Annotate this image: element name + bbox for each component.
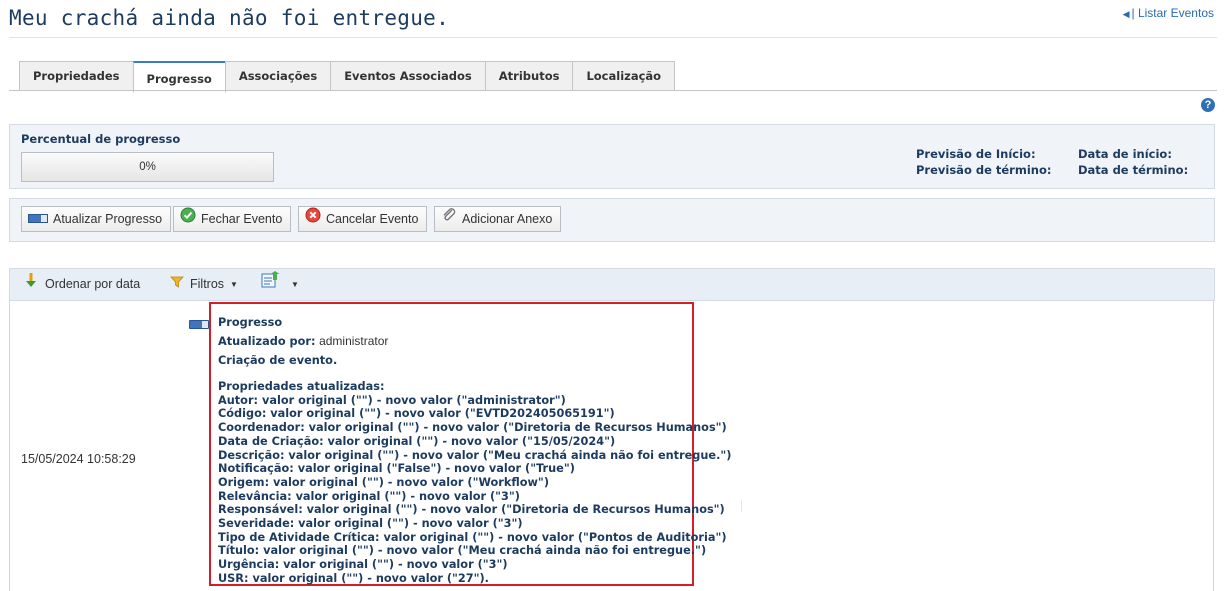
history-action: Criação de evento.	[218, 354, 338, 367]
arrow-down-icon	[25, 269, 37, 300]
tab-associacoes[interactable]: Associações	[224, 61, 332, 91]
tab-localizacao[interactable]: Localização	[572, 61, 676, 91]
data-inicio-label: Data de início:	[1078, 147, 1172, 161]
change-line: Data de Criação: valor original ("") - n…	[218, 434, 616, 448]
progress-panel: Percentual de progresso 0% Previsão de I…	[9, 124, 1215, 189]
updated-by-label: Atualizado por:	[218, 335, 316, 348]
progress-bar-icon	[28, 206, 48, 232]
change-line: Responsável: valor original ("") - novo …	[218, 503, 725, 517]
tab-divider	[9, 90, 1217, 91]
progress-value: 0%	[139, 161, 156, 173]
data-column: Data de início: Data de término:	[1078, 146, 1188, 178]
listar-eventos-link[interactable]: ◀ | Listar Eventos	[1123, 6, 1214, 20]
actions-panel: Atualizar Progresso Fechar Evento Cancel…	[9, 198, 1215, 242]
progress-bar: 0%	[21, 152, 274, 182]
change-line: Severidade: valor original ("") - novo v…	[218, 517, 523, 531]
change-line: Descrição: valor original ("") - novo va…	[218, 448, 732, 462]
export-icon	[261, 269, 281, 300]
adicionar-anexo-button[interactable]: Adicionar Anexo	[434, 206, 562, 232]
filter-icon	[170, 269, 184, 300]
page-title: Meu crachá ainda não foi entregue.	[9, 6, 450, 30]
progress-bar-icon	[189, 320, 209, 329]
filtros-label: Filtros	[190, 277, 225, 291]
chevron-down-icon: ▼	[291, 280, 299, 289]
tab-propriedades[interactable]: Propriedades	[19, 61, 134, 91]
history-right-border	[1213, 300, 1214, 591]
props-header: Propriedades atualizadas:	[218, 380, 385, 393]
back-arrow-icon: ◀	[1122, 9, 1130, 19]
check-circle-icon	[180, 206, 196, 232]
title-divider	[9, 37, 1217, 38]
filtros-dropdown[interactable]: Filtros ▼	[170, 269, 238, 300]
change-line: Relevância: valor original ("") - novo v…	[218, 489, 520, 503]
cancelar-evento-label: Cancelar Evento	[326, 212, 419, 226]
help-icon[interactable]: ?	[1201, 98, 1215, 112]
change-line: USR: valor original ("") - novo valor ("…	[218, 571, 489, 585]
history-left-border	[9, 300, 10, 591]
change-line: Urgência: valor original ("") - novo val…	[218, 558, 508, 572]
fechar-evento-label: Fechar Evento	[201, 212, 283, 226]
history-toolbar: Ordenar por data Filtros ▼ ▼	[9, 268, 1215, 301]
previsao-termino-label: Previsão de término:	[916, 163, 1052, 177]
ordenar-por-data-button[interactable]: Ordenar por data	[25, 269, 140, 300]
progress-label: Percentual de progresso	[21, 132, 181, 146]
change-line: Título: valor original ("") - novo valor…	[218, 544, 707, 558]
change-line: Coordenador: valor original ("") - novo …	[218, 421, 727, 435]
chevron-down-icon: ▼	[230, 280, 238, 289]
updated-by-value: administrator	[319, 334, 389, 348]
ordenar-label: Ordenar por data	[45, 277, 141, 291]
updated-by-row: Atualizado por: administrator	[218, 334, 692, 349]
paperclip-icon	[441, 206, 457, 232]
tab-bar: Propriedades Progresso Associações Event…	[19, 61, 676, 93]
column-divider	[741, 500, 742, 512]
cancelar-evento-button[interactable]: Cancelar Evento	[298, 206, 428, 232]
history-timestamp: 15/05/2024 10:58:29	[21, 452, 136, 466]
fechar-evento-button[interactable]: Fechar Evento	[173, 206, 292, 232]
export-dropdown[interactable]: ▼	[261, 269, 299, 300]
listar-eventos-label: | Listar Eventos	[1131, 6, 1215, 20]
cancel-circle-icon	[305, 206, 321, 232]
change-line: Autor: valor original ("") - novo valor …	[218, 393, 566, 407]
previsao-column: Previsão de Início: Previsão de término:	[916, 146, 1051, 178]
history-entry: Progresso Atualizado por: administrator …	[209, 302, 732, 586]
change-line: Origem: valor original ("") - novo valor…	[218, 475, 549, 489]
tab-progresso[interactable]: Progresso	[132, 61, 226, 93]
adicionar-anexo-label: Adicionar Anexo	[462, 212, 553, 226]
change-line: Código: valor original ("") - novo valor…	[218, 407, 615, 421]
change-line: Notificação: valor original ("False") - …	[218, 462, 575, 476]
history-title: Progresso	[218, 316, 283, 329]
tab-atributos[interactable]: Atributos	[484, 61, 574, 91]
atualizar-progresso-button[interactable]: Atualizar Progresso	[21, 206, 172, 232]
change-line: Tipo de Atividade Crítica: valor origina…	[218, 530, 727, 544]
data-termino-label: Data de término:	[1078, 163, 1189, 177]
atualizar-progresso-label: Atualizar Progresso	[53, 212, 163, 226]
tab-eventos-associados[interactable]: Eventos Associados	[330, 61, 486, 91]
previsao-inicio-label: Previsão de Início:	[916, 147, 1036, 161]
